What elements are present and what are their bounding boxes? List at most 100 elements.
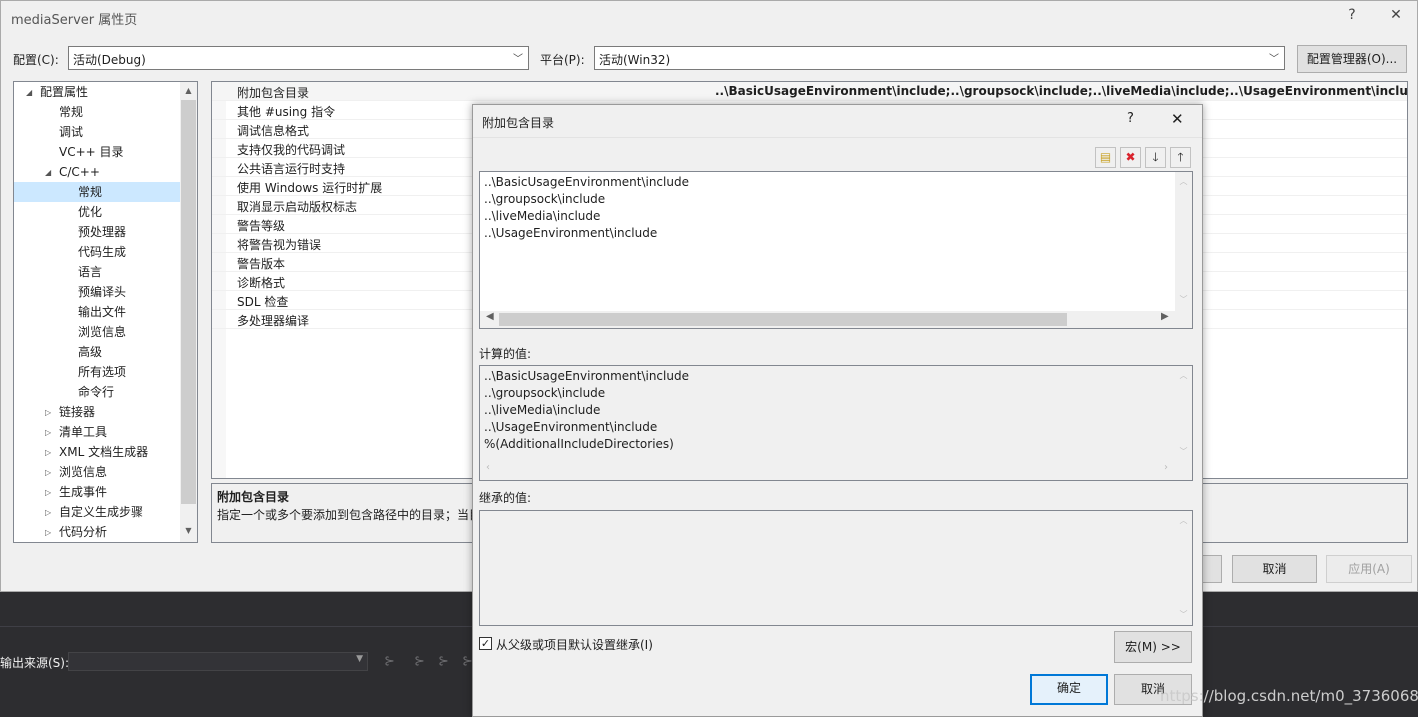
scroll-left-icon[interactable]: ‹ xyxy=(486,462,490,473)
align-right-icon[interactable]: ⊱ xyxy=(438,654,449,669)
computed-label: 计算的值: xyxy=(479,347,532,361)
tree-item[interactable]: ▷ 代码分析 xyxy=(14,522,180,542)
scroll-left-icon[interactable]: ◀ xyxy=(486,311,494,322)
tree-item[interactable]: ◢ C/C++ xyxy=(14,162,180,182)
list-hscrollbar[interactable]: ◀ ▶ xyxy=(480,311,1192,328)
align-left-icon[interactable]: ⊱ xyxy=(414,654,425,669)
property-name: 其他 #using 指令 xyxy=(237,105,336,119)
delete-icon[interactable]: ✖ xyxy=(1120,147,1141,168)
list-vscrollbar[interactable]: ︿ ﹀ xyxy=(1175,172,1192,312)
tree-scrollbar[interactable]: ▲ ▼ xyxy=(180,82,197,542)
tree-item[interactable]: ◢ 配置属性 xyxy=(14,82,180,102)
move-up-icon[interactable]: 🡑 xyxy=(1170,147,1191,168)
inherit-checkbox[interactable]: ✓ xyxy=(479,637,492,650)
tree-item[interactable]: ▷ XML 文档生成器 xyxy=(14,442,180,462)
directories-list[interactable]: ..\BasicUsageEnvironment\include ..\group… xyxy=(479,171,1193,329)
scroll-down-icon[interactable]: ﹀ xyxy=(1175,294,1192,305)
scroll-down-icon[interactable]: ﹀ xyxy=(1175,609,1192,620)
tree-item[interactable]: ▷ 浏览信息 xyxy=(14,462,180,482)
scroll-right-icon[interactable]: › xyxy=(1164,462,1168,473)
output-source-select[interactable]: ▼ xyxy=(68,652,368,671)
property-name: 使用 Windows 运行时扩展 xyxy=(237,181,383,195)
tree-item[interactable]: ▷ 链接器 xyxy=(14,402,180,422)
scroll-up-icon[interactable]: ︿ xyxy=(1175,176,1192,187)
tree-item-label: 所有选项 xyxy=(78,365,127,379)
config-select[interactable]: 活动(Debug) ﹀ xyxy=(68,46,529,70)
tree-item[interactable]: 优化 xyxy=(14,202,180,222)
tree-item[interactable]: 输出文件 xyxy=(14,302,180,322)
scroll-down-icon[interactable]: ▼ xyxy=(180,526,197,535)
scroll-down-icon[interactable]: ﹀ xyxy=(1175,446,1192,457)
property-name: 取消显示启动版权标志 xyxy=(237,200,358,214)
computed-hscrollbar[interactable]: ‹ › xyxy=(480,462,1178,479)
tree-item[interactable]: ▷ 清单工具 xyxy=(14,422,180,442)
expand-arrow-icon[interactable]: ▷ xyxy=(45,483,51,503)
expand-arrow-icon[interactable]: ▷ xyxy=(45,423,51,443)
align-icon[interactable]: ⊱ xyxy=(384,654,395,669)
platform-select[interactable]: 活动(Win32) ﹀ xyxy=(594,46,1285,70)
scroll-right-icon[interactable]: ▶ xyxy=(1161,311,1169,322)
tree-item[interactable]: 常规 xyxy=(14,102,180,122)
collapse-arrow-icon[interactable]: ◢ xyxy=(45,163,51,183)
property-row[interactable]: 附加包含目录 ..\BasicUsageEnvironment\include;.… xyxy=(212,82,1407,101)
close-icon[interactable]: ✕ xyxy=(1171,110,1184,128)
dialog-ok-button[interactable]: 确定 xyxy=(1030,674,1108,705)
directory-entry[interactable]: ..\UsageEnvironment\include xyxy=(484,226,657,240)
inherited-vscrollbar[interactable]: ︿ ﹀ xyxy=(1175,511,1192,625)
tree-item[interactable]: 常规 xyxy=(14,182,180,202)
cancel-button[interactable]: 取消 xyxy=(1232,555,1317,583)
scroll-up-icon[interactable]: ︿ xyxy=(1175,515,1192,526)
tree-item-label: 浏览信息 xyxy=(59,465,108,479)
directory-entry[interactable]: ..\groupsock\include xyxy=(484,192,605,206)
expand-arrow-icon[interactable]: ▷ xyxy=(45,403,51,423)
scroll-up-icon[interactable]: ▲ xyxy=(180,86,197,95)
macros-button[interactable]: 宏(M) >> xyxy=(1114,631,1192,663)
scroll-up-icon[interactable]: ︿ xyxy=(1175,370,1192,381)
scrollbar-thumb[interactable] xyxy=(499,313,1067,326)
expand-arrow-icon[interactable]: ▷ xyxy=(45,443,51,463)
directory-entry[interactable]: ..\BasicUsageEnvironment\include xyxy=(484,175,689,189)
tree-item[interactable]: ▷ 生成事件 xyxy=(14,482,180,502)
apply-button[interactable]: 应用(A) xyxy=(1326,555,1412,583)
property-value[interactable]: ..\BasicUsageEnvironment\include;..\grou… xyxy=(715,84,1407,98)
computed-value: ..\UsageEnvironment\include xyxy=(484,420,658,434)
config-label: 配置(C): xyxy=(13,53,59,67)
tree-item[interactable]: VC++ 目录 xyxy=(14,142,180,162)
move-down-icon[interactable]: 🡓 xyxy=(1145,147,1166,168)
property-name: 公共语言运行时支持 xyxy=(237,162,346,176)
tree-item-label: C/C++ xyxy=(59,165,100,179)
tree-item[interactable]: 浏览信息 xyxy=(14,322,180,342)
collapse-arrow-icon[interactable]: ◢ xyxy=(26,83,32,103)
help-icon[interactable]: ? xyxy=(1342,7,1362,23)
tree-item[interactable]: 命令行 xyxy=(14,382,180,402)
tree-item-label: 代码分析 xyxy=(59,525,108,539)
title-divider xyxy=(473,137,1202,138)
platform-label: 平台(P): xyxy=(540,53,585,67)
tree-item[interactable]: 代码生成 xyxy=(14,242,180,262)
tree-item[interactable]: ▷ 自定义生成步骤 xyxy=(14,502,180,522)
property-name: 多处理器编译 xyxy=(237,314,310,328)
computed-vscrollbar[interactable]: ︿ ﹀ xyxy=(1175,366,1192,462)
property-name: 诊断格式 xyxy=(237,276,286,290)
close-icon[interactable]: ✕ xyxy=(1386,7,1406,23)
expand-arrow-icon[interactable]: ▷ xyxy=(45,463,51,483)
tree-item[interactable]: 高级 xyxy=(14,342,180,362)
config-manager-button[interactable]: 配置管理器(O)... xyxy=(1297,45,1407,73)
tree-item[interactable]: 所有选项 xyxy=(14,362,180,382)
inherit-checkbox-label[interactable]: 从父级或项目默认设置继承(I) xyxy=(496,636,653,653)
scrollbar-thumb[interactable] xyxy=(181,100,196,504)
directory-entry[interactable]: ..\liveMedia\include xyxy=(484,209,600,223)
tree-item[interactable]: 预处理器 xyxy=(14,222,180,242)
tree-item-label: 调试 xyxy=(59,125,84,139)
tree-item[interactable]: 预编译头 xyxy=(14,282,180,302)
expand-arrow-icon[interactable]: ▷ xyxy=(45,523,51,542)
help-icon[interactable]: ? xyxy=(1127,111,1134,126)
new-folder-icon[interactable]: ▤ xyxy=(1095,147,1116,168)
tree-item[interactable]: 语言 xyxy=(14,262,180,282)
expand-arrow-icon[interactable]: ▷ xyxy=(45,503,51,523)
property-name: SDL 检查 xyxy=(237,295,289,309)
tree-item[interactable]: 调试 xyxy=(14,122,180,142)
computed-value: ..\liveMedia\include xyxy=(484,403,601,417)
platform-value: 活动(Win32) xyxy=(599,53,671,67)
tree-item-label: 命令行 xyxy=(78,385,115,399)
